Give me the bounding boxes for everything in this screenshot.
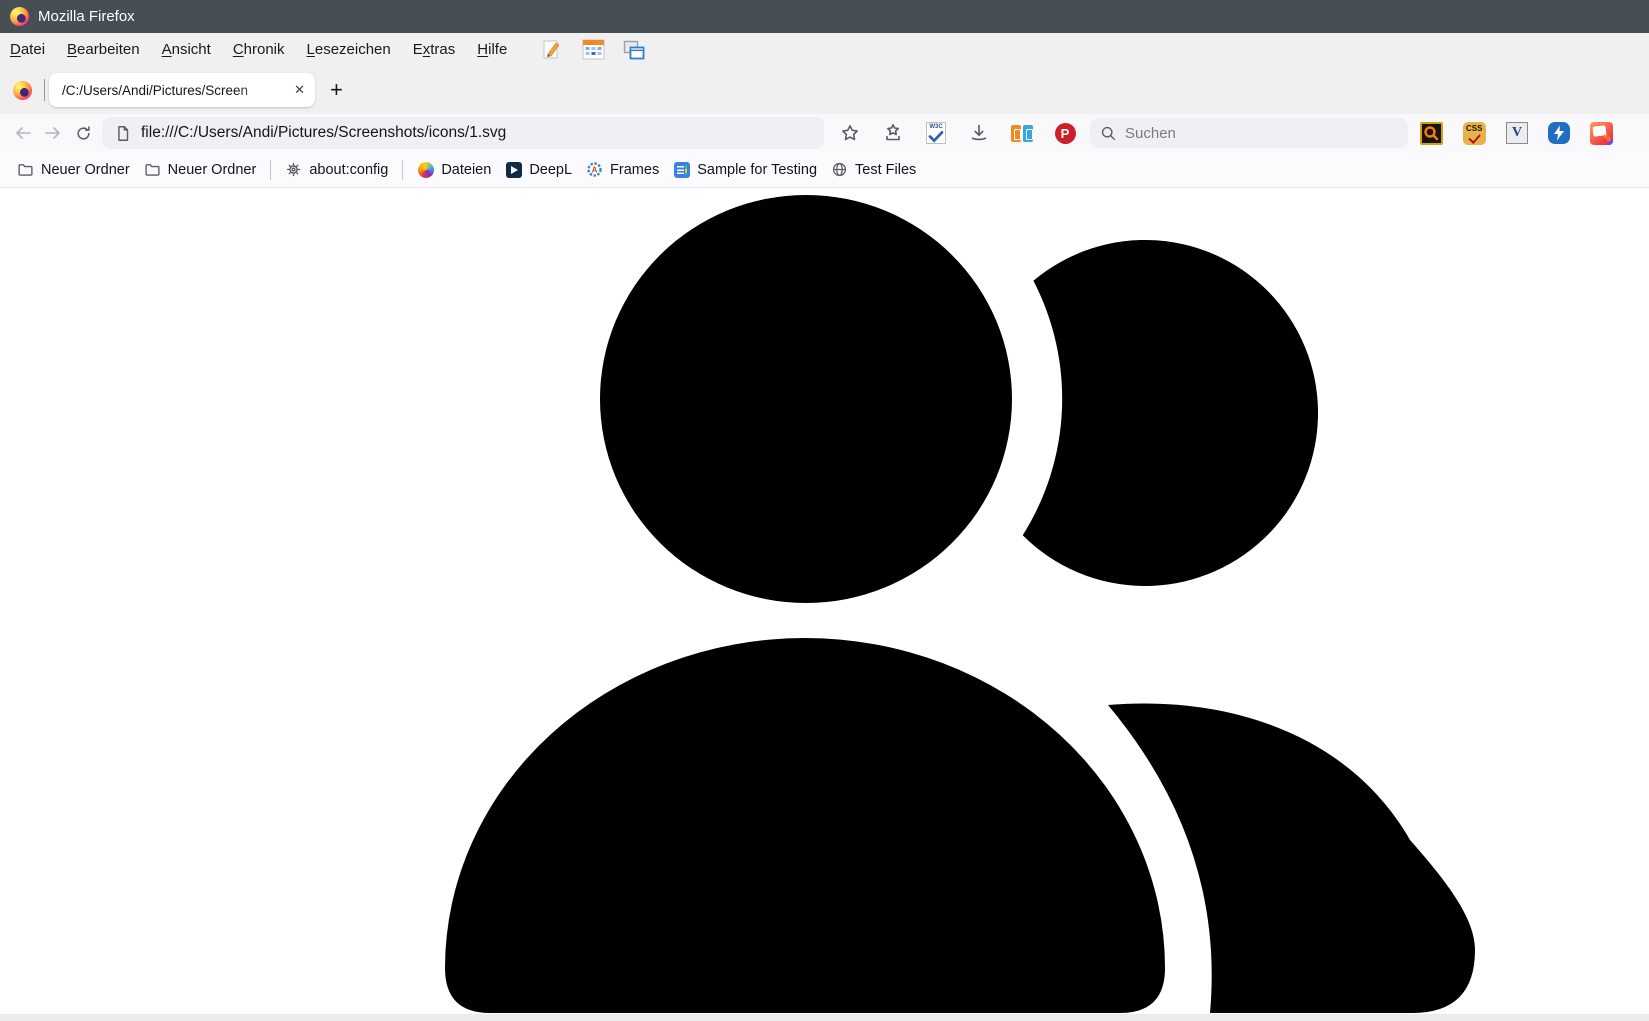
pages-extension-icon[interactable] bbox=[1005, 118, 1039, 148]
windows-copy-icon[interactable] bbox=[622, 38, 646, 62]
reload-icon[interactable] bbox=[68, 118, 98, 148]
cog-a-icon: A bbox=[586, 161, 603, 178]
bookmark-label: DeepL bbox=[529, 162, 572, 178]
menu-chronik[interactable]: Chronik bbox=[222, 41, 296, 58]
menubar-extension-icons bbox=[540, 38, 646, 62]
page-content bbox=[0, 188, 1649, 1014]
bookmark-label: Frames bbox=[610, 162, 659, 178]
pinterest-extension-icon[interactable]: P bbox=[1048, 118, 1082, 148]
list-page-icon bbox=[673, 161, 690, 178]
lookup-extension-icon[interactable] bbox=[1420, 122, 1443, 145]
bookmark-label: Neuer Ordner bbox=[41, 162, 130, 178]
active-tab[interactable]: /C:/Users/Andi/Pictures/Screen ✕ bbox=[49, 73, 315, 107]
back-head bbox=[1023, 240, 1318, 586]
calendar-grid-icon[interactable] bbox=[581, 38, 605, 62]
firefox-logo-icon bbox=[10, 7, 29, 26]
screenshot-extension-icon[interactable]: ✎ bbox=[1590, 122, 1613, 145]
bookmark-test-files[interactable]: Test Files bbox=[824, 157, 923, 183]
bookmark-about-config[interactable]: about:config bbox=[278, 157, 395, 183]
users-icon bbox=[0, 188, 1649, 1014]
forward-icon[interactable] bbox=[38, 118, 68, 148]
menu-extras[interactable]: Extras bbox=[402, 41, 467, 58]
bookmark-dateien[interactable]: Dateien bbox=[410, 157, 498, 183]
w3c-label: W3C bbox=[929, 123, 942, 131]
menu-datei[interactable]: Datei bbox=[10, 41, 56, 58]
color-sphere-icon bbox=[417, 161, 434, 178]
folder-icon bbox=[17, 161, 34, 178]
page-icon bbox=[114, 124, 132, 143]
bookmark-neuer-ordner-2[interactable]: Neuer Ordner bbox=[137, 157, 264, 183]
menu-bar: Datei Bearbeiten Ansicht Chronik Lesezei… bbox=[0, 33, 1649, 66]
bookmark-label: Neuer Ordner bbox=[168, 162, 257, 178]
menu-lesezeichen[interactable]: Lesezeichen bbox=[296, 41, 402, 58]
bookmark-deepl[interactable]: DeepL bbox=[498, 157, 579, 183]
url-text[interactable]: file:///C:/Users/Andi/Pictures/Screensho… bbox=[141, 124, 506, 142]
new-tab-button[interactable]: + bbox=[330, 79, 343, 101]
download-icon[interactable] bbox=[962, 118, 996, 148]
bookmark-label: about:config bbox=[309, 162, 388, 178]
bookmark-neuer-ordner-1[interactable]: Neuer Ordner bbox=[10, 157, 137, 183]
toolbar-icons: W3C P bbox=[833, 118, 1082, 148]
extension-icons: CSS V ✎ bbox=[1420, 122, 1613, 145]
url-bar[interactable]: file:///C:/Users/Andi/Pictures/Screensho… bbox=[102, 117, 824, 149]
bookmark-label: Sample for Testing bbox=[697, 162, 817, 178]
w3c-validator-icon[interactable]: W3C bbox=[919, 118, 953, 148]
folder-icon bbox=[144, 161, 161, 178]
tab-close-icon[interactable]: ✕ bbox=[294, 82, 305, 98]
tab-bar: /C:/Users/Andi/Pictures/Screen ✕ + bbox=[0, 66, 1649, 114]
bookmarks-separator bbox=[402, 160, 403, 180]
menu-hilfe[interactable]: Hilfe bbox=[466, 41, 518, 58]
window-title: Mozilla Firefox bbox=[38, 8, 135, 25]
tab-title: /C:/Users/Andi/Pictures/Screen bbox=[62, 83, 290, 98]
search-bar[interactable] bbox=[1090, 118, 1408, 148]
back-icon[interactable] bbox=[8, 118, 38, 148]
bookmark-label: Test Files bbox=[855, 162, 916, 178]
pinterest-letter: P bbox=[1055, 123, 1076, 144]
firefox-tab-icon[interactable] bbox=[13, 81, 32, 100]
html-validator-extension-icon[interactable]: V bbox=[1506, 122, 1528, 144]
front-head bbox=[600, 195, 1012, 603]
tab-divider bbox=[44, 79, 45, 101]
front-body bbox=[445, 638, 1165, 1013]
bookmark-frames[interactable]: A Frames bbox=[579, 157, 666, 183]
menu-bearbeiten[interactable]: Bearbeiten bbox=[56, 41, 151, 58]
bookmark-sample-for-testing[interactable]: Sample for Testing bbox=[666, 157, 824, 183]
search-input[interactable] bbox=[1125, 125, 1398, 142]
edit-note-icon[interactable] bbox=[540, 38, 564, 62]
bookmarks-bar: Neuer Ordner Neuer Ordner about:config D… bbox=[0, 152, 1649, 188]
gear-icon bbox=[285, 161, 302, 178]
globe-icon bbox=[831, 161, 848, 178]
search-icon bbox=[1100, 125, 1117, 142]
menu-ansicht[interactable]: Ansicht bbox=[151, 41, 222, 58]
save-star-tray-icon[interactable] bbox=[876, 118, 910, 148]
deepl-icon bbox=[505, 161, 522, 178]
bookmark-star-icon[interactable] bbox=[833, 118, 867, 148]
navigation-bar: file:///C:/Users/Andi/Pictures/Screensho… bbox=[0, 114, 1649, 152]
lightning-extension-icon[interactable] bbox=[1548, 122, 1570, 144]
bookmark-label: Dateien bbox=[441, 162, 491, 178]
svg-text:A: A bbox=[592, 166, 598, 175]
css-validator-extension-icon[interactable]: CSS bbox=[1463, 122, 1486, 145]
window-titlebar: Mozilla Firefox bbox=[0, 0, 1649, 33]
bookmarks-separator bbox=[270, 160, 271, 180]
window-bottom-strip bbox=[0, 1014, 1649, 1021]
